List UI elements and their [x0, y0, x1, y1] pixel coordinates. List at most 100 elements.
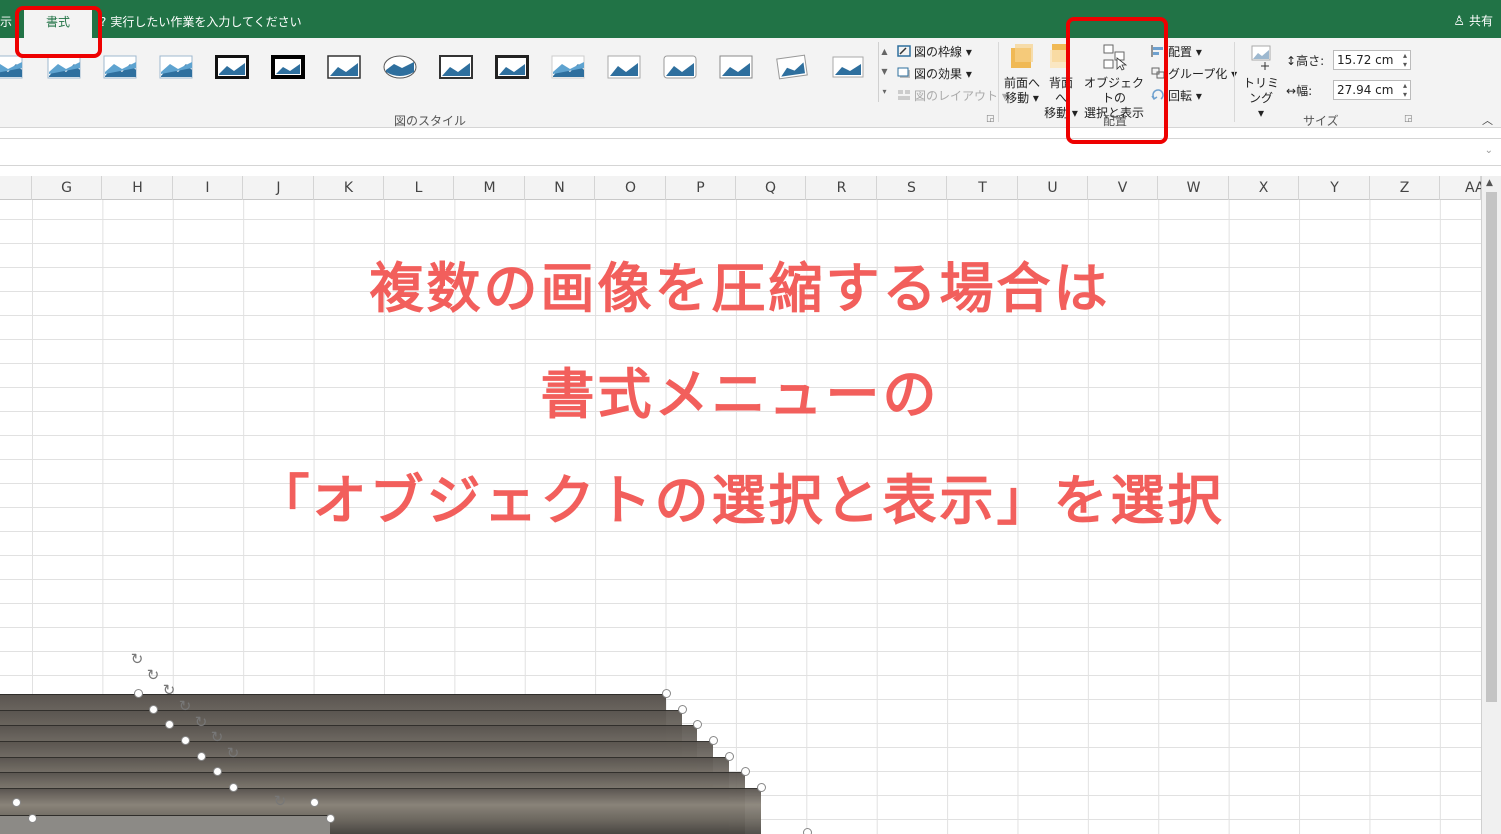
crop-button[interactable]: トリミング ▾ [1238, 42, 1284, 121]
resize-handle[interactable] [709, 736, 718, 745]
column-header[interactable]: F [0, 176, 32, 200]
column-header[interactable]: Q [736, 176, 806, 200]
rotation-handle-icon[interactable]: ↻ [193, 714, 209, 730]
column-header[interactable]: V [1088, 176, 1158, 200]
resize-handle[interactable] [741, 767, 750, 776]
column-header[interactable]: H [103, 176, 173, 200]
column-header[interactable]: N [525, 176, 595, 200]
crop-icon [1248, 42, 1274, 72]
column-header[interactable]: W [1159, 176, 1229, 200]
rotation-handle-icon[interactable]: ↻ [129, 651, 145, 667]
column-header[interactable]: U [1018, 176, 1088, 200]
width-spinner[interactable]: ▴ ▾ [1403, 81, 1407, 99]
resize-handle[interactable] [757, 783, 766, 792]
rotation-handle-icon[interactable]: ↻ [272, 793, 288, 809]
column-header[interactable]: S [877, 176, 947, 200]
chevron-down-icon[interactable]: ▼ [879, 62, 890, 82]
picture-layout-label: 図のレイアウト ▾ [914, 89, 1008, 103]
resize-handle[interactable] [803, 828, 812, 834]
resize-handle[interactable] [134, 689, 143, 698]
picture-style-thumb[interactable] [718, 52, 754, 82]
column-header[interactable]: R [807, 176, 877, 200]
column-header[interactable]: J [244, 176, 314, 200]
chevron-up-icon[interactable]: ▲ [879, 42, 890, 62]
column-header[interactable]: M [455, 176, 525, 200]
resize-handle[interactable] [229, 783, 238, 792]
resize-handle[interactable] [28, 814, 37, 823]
height-spinner[interactable]: ▴ ▾ [1403, 51, 1407, 69]
formula-bar[interactable]: ⌄ [0, 138, 1501, 166]
picture-style-thumb[interactable] [326, 52, 362, 82]
height-input[interactable]: 15.72 cm ▴ ▾ [1333, 50, 1411, 70]
picture-style-thumb[interactable] [270, 52, 306, 82]
resize-handle[interactable] [725, 752, 734, 761]
picture-border-button[interactable]: 図の枠線 ▾ [897, 43, 972, 60]
column-header[interactable]: AA [1440, 176, 1485, 200]
column-header[interactable]: I [173, 176, 243, 200]
resize-handle[interactable] [213, 767, 222, 776]
picture-style-thumb[interactable] [382, 52, 418, 82]
column-header[interactable]: G [32, 176, 102, 200]
gallery-more-icon[interactable]: ▾ [879, 82, 890, 102]
picture-effects-button[interactable]: 図の効果 ▾ [897, 65, 972, 82]
width-input[interactable]: 27.94 cm ▴ ▾ [1333, 80, 1411, 100]
bring-forward-label-2: 移動 ▾ [1005, 91, 1039, 105]
column-header[interactable]: K [314, 176, 384, 200]
resize-handle[interactable] [12, 798, 21, 807]
group-separator [1234, 42, 1235, 122]
resize-handle[interactable] [662, 689, 671, 698]
crop-label: トリミング [1242, 76, 1279, 105]
column-header[interactable]: T [948, 176, 1018, 200]
resize-handle[interactable] [678, 705, 687, 714]
share-button[interactable]: ♙ 共有 [1453, 12, 1493, 29]
scroll-up-icon[interactable]: ▲ [1486, 178, 1493, 188]
column-header[interactable]: L [384, 176, 454, 200]
title-tab-bar: 表示 書式 ?実行したい作業を入力してください ♙共有 [0, 0, 1501, 39]
resize-handle[interactable] [165, 720, 174, 729]
rotation-handle-icon[interactable]: ↻ [161, 682, 177, 698]
rotation-handle-icon[interactable]: ↻ [225, 745, 241, 761]
picture-effects-label: 図の効果 ▾ [914, 67, 972, 81]
resize-handle[interactable] [149, 705, 158, 714]
resize-handle[interactable] [197, 752, 206, 761]
rotation-handle-icon[interactable]: ↻ [145, 667, 161, 683]
picture-style-thumb[interactable] [102, 52, 138, 82]
picture-style-thumb[interactable] [774, 52, 810, 82]
picture-style-thumb[interactable] [438, 52, 474, 82]
resize-handle[interactable] [181, 736, 190, 745]
collapse-ribbon-icon[interactable]: ︿ [1482, 112, 1493, 128]
vertical-scrollbar[interactable]: ▲ [1481, 176, 1501, 834]
tell-me-box[interactable]: ? 実行したい作業を入力してください [100, 13, 302, 30]
column-header[interactable]: X [1229, 176, 1299, 200]
size-dialog-launcher-icon[interactable]: ◲ [1404, 114, 1413, 124]
picture-layout-button[interactable]: 図のレイアウト ▾ [897, 87, 1008, 104]
picture-style-thumb[interactable] [494, 52, 530, 82]
dialog-launcher-icon[interactable]: ◲ [986, 114, 995, 124]
tab-view[interactable]: 表示 [0, 13, 12, 30]
resize-handle[interactable] [693, 720, 702, 729]
resize-handle[interactable] [326, 814, 335, 823]
resize-handle[interactable] [310, 798, 319, 807]
picture-style-thumb[interactable] [606, 52, 642, 82]
expand-formula-bar-icon[interactable]: ⌄ [1485, 145, 1493, 156]
picture-style-thumb[interactable] [550, 52, 586, 82]
picture-style-thumb[interactable] [830, 52, 866, 82]
picture-layout-icon [898, 90, 910, 100]
column-header[interactable]: Z [1370, 176, 1440, 200]
bring-forward-button[interactable]: 前面へ 移動 ▾ [1003, 42, 1041, 106]
scrollbar-thumb[interactable] [1486, 192, 1497, 702]
column-header[interactable]: Y [1300, 176, 1370, 200]
column-header[interactable]: O [596, 176, 666, 200]
picture-style-thumb[interactable] [214, 52, 250, 82]
picture-style-thumb[interactable] [662, 52, 698, 82]
column-header[interactable]: P [666, 176, 736, 200]
rotation-handle-icon[interactable]: ↻ [177, 698, 193, 714]
rotation-handle-icon[interactable]: ↻ [209, 729, 225, 745]
width-value: 27.94 cm [1337, 83, 1394, 97]
crop-dropdown-icon: ▾ [1257, 106, 1265, 120]
picture-style-thumb[interactable] [158, 52, 194, 82]
height-label: ↕高さ: [1286, 52, 1324, 69]
bring-forward-label-1: 前面へ [1003, 76, 1040, 90]
image[interactable] [0, 815, 330, 834]
gallery-scroll[interactable]: ▲ ▼ ▾ [878, 42, 890, 102]
